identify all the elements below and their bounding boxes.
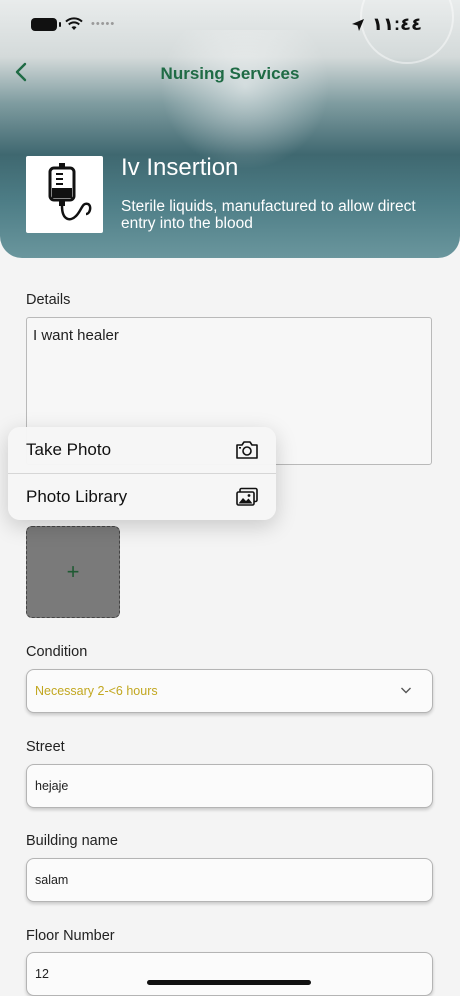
- plus-icon: +: [66, 559, 80, 584]
- street-field[interactable]: hejaje: [26, 764, 433, 808]
- camera-icon: [236, 441, 258, 459]
- photo-source-menu: Take Photo Photo Library: [8, 427, 276, 520]
- signal-dots: •••••: [91, 18, 116, 30]
- wifi-icon: [65, 17, 83, 30]
- condition-select[interactable]: Necessary 2-<6 hours: [26, 669, 433, 713]
- photo-library-icon: [236, 487, 258, 506]
- chevron-down-icon: [401, 687, 411, 694]
- street-label: Street: [26, 739, 65, 755]
- floor-number-value: 12: [35, 967, 49, 981]
- page-title: Nursing Services: [160, 64, 300, 83]
- building-name-field[interactable]: salam: [26, 858, 433, 902]
- iv-bag-icon: [48, 162, 91, 220]
- service-name: Iv Insertion: [121, 154, 239, 181]
- floor-number-field[interactable]: 12: [26, 952, 433, 996]
- condition-label: Condition: [26, 644, 88, 660]
- street-value: hejaje: [35, 779, 69, 793]
- battery-icon: [31, 17, 61, 31]
- building-name-label: Building name: [26, 833, 118, 849]
- floor-number-label: Floor Number: [26, 928, 115, 944]
- navigation-bar: Nursing Services: [0, 46, 460, 100]
- details-label: Details: [26, 292, 71, 308]
- menu-item-take-photo[interactable]: Take Photo: [8, 427, 276, 473]
- building-name-value: salam: [35, 873, 69, 887]
- status-bar: ••••• ١١:٤٤: [0, 0, 460, 46]
- home-indicator: [147, 980, 311, 985]
- photo-library-label: Photo Library: [26, 487, 128, 506]
- menu-item-photo-library[interactable]: Photo Library: [8, 474, 276, 520]
- add-photo-button[interactable]: +: [26, 526, 120, 618]
- location-arrow-icon: [352, 18, 365, 31]
- status-time: ١١:٤٤: [372, 14, 422, 34]
- service-description: Sterile liquids, manufactured to allow d…: [121, 198, 416, 232]
- condition-selected-value: Necessary 2-<6 hours: [35, 684, 158, 698]
- take-photo-label: Take Photo: [26, 440, 112, 459]
- service-icon-tile: [26, 156, 103, 233]
